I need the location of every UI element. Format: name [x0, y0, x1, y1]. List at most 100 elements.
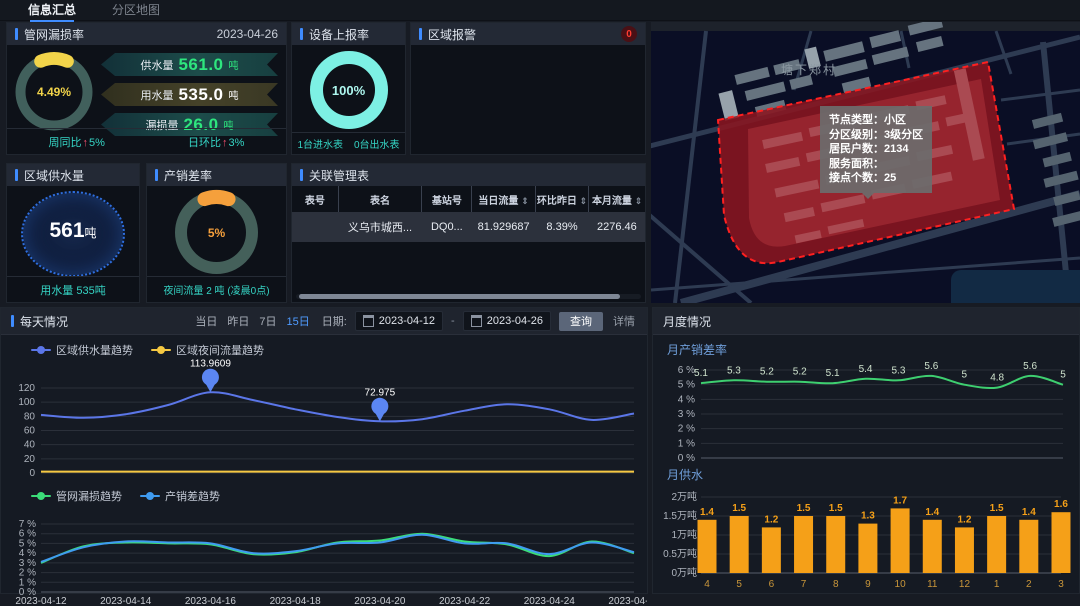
panel-area-alarm: 区域报警 0	[410, 22, 646, 155]
table-col-当日流量[interactable]: 当日流量 ⇕	[472, 186, 535, 212]
bar-month-10[interactable]	[891, 508, 910, 573]
tooltip-line: 居民户数：2134	[829, 142, 923, 157]
top-tab-信息汇总[interactable]: 信息汇总	[28, 1, 76, 20]
date-range-label: 日期:	[322, 313, 347, 329]
table-cell: 2276.46	[589, 212, 645, 242]
map-node-tooltip: 节点类型：小区分区级别：3级分区居民户数：2134服务面积：接点个数：25	[820, 106, 932, 193]
svg-text:0万吨: 0万吨	[671, 566, 697, 579]
bar-month-7[interactable]	[794, 516, 813, 573]
bar-month-5[interactable]	[730, 516, 749, 573]
date-to-value: 2023-04-26	[487, 315, 543, 327]
up-arrow-icon: ↑	[222, 137, 228, 149]
header-accent-bar	[11, 315, 14, 327]
panel-monthly-situation: 月度情况 月产销差率 6 %5 %4 %3 %2 %1 %0 %5.15.35.…	[652, 307, 1080, 594]
legend-item-区域供水量趋势[interactable]: 区域供水量趋势	[31, 342, 133, 358]
panel-device-report-rate: 设备上报率 100% 1台进水表 0台出水表	[291, 22, 406, 155]
legend-dot	[146, 492, 154, 500]
query-button[interactable]: 查询	[559, 312, 603, 331]
marker-pin: 113.9609	[190, 358, 231, 392]
svg-text:3 %: 3 %	[19, 558, 36, 569]
date-from-input[interactable]: 2023-04-12	[355, 311, 443, 331]
supply-unit: 吨	[85, 224, 97, 241]
bar-month-2[interactable]	[1019, 520, 1038, 573]
svg-text:5.1: 5.1	[826, 368, 840, 379]
header-accent-bar	[15, 169, 18, 181]
date-to-input[interactable]: 2023-04-26	[463, 311, 551, 331]
sort-icon[interactable]: ⇕	[580, 196, 588, 206]
table-col-本月流量[interactable]: 本月流量 ⇕	[589, 186, 645, 212]
bar-month-4[interactable]	[698, 520, 717, 573]
svg-text:5.1: 5.1	[694, 368, 708, 379]
svg-text:1.5: 1.5	[732, 503, 746, 514]
leak-rate-value: 4.49%	[13, 51, 95, 133]
svg-text:2023-04-24: 2023-04-24	[524, 596, 576, 606]
district-map[interactable]: 塘下郑村 节点类型：小区分区级别：3级分区居民户数：2134服务面积：接点个数：…	[651, 22, 1080, 303]
range-tab-昨日[interactable]: 昨日	[227, 313, 249, 329]
svg-text:5.2: 5.2	[793, 367, 807, 378]
table-scrollbar-thumb[interactable]	[299, 294, 620, 299]
daily-rate-svg: 0 %1 %2 %3 %4 %5 %6 %7 %2023-04-122023-0…	[1, 504, 647, 606]
night-flow-text: 夜间流量 2 吨 (凌晨0点)	[163, 282, 269, 297]
panel-nrw-rate: 产销差率 5% 夜间流量 2 吨 (凌晨0点)	[146, 163, 287, 303]
svg-text:2万吨: 2万吨	[671, 490, 697, 503]
legend-label: 区域夜间流量趋势	[176, 342, 264, 358]
table-col-环比昨日[interactable]: 环比昨日 ⇕	[535, 186, 588, 212]
svg-text:5.2: 5.2	[760, 367, 774, 378]
svg-text:2023-04-22: 2023-04-22	[439, 596, 491, 606]
stat-label: 周同比	[49, 137, 82, 149]
chip-label: 用水量	[140, 87, 173, 103]
supply-footer: 用水量 535吨	[7, 276, 139, 302]
chip-value: 561.0	[178, 55, 223, 75]
range-tab-7日[interactable]: 7日	[259, 313, 276, 329]
svg-text:120: 120	[18, 383, 35, 394]
header-accent-bar	[300, 169, 303, 181]
tooltip-line: 服务面积：	[829, 157, 923, 172]
tooltip-line: 接点个数：25	[829, 171, 923, 186]
daily-rate-legend: 管网漏损趋势 产销差趋势	[1, 486, 647, 504]
bar-month-1[interactable]	[987, 516, 1006, 573]
stat-value: 5%	[89, 137, 105, 149]
range-tab-当日[interactable]: 当日	[195, 313, 217, 329]
svg-text:1.4: 1.4	[925, 507, 939, 518]
table-row[interactable]: 义乌市城西...DQ0...81.9296878.39%2276.46	[292, 212, 645, 242]
bar-month-6[interactable]	[762, 527, 781, 573]
psd-body: 5%	[147, 186, 286, 276]
svg-text:1: 1	[994, 579, 1000, 590]
panel-header: 关联管理表	[292, 164, 645, 186]
detail-button[interactable]: 详情	[611, 313, 637, 329]
bar-month-11[interactable]	[923, 520, 942, 573]
sort-icon[interactable]: ⇕	[635, 196, 643, 206]
svg-text:5: 5	[961, 370, 967, 381]
map-zone-southeast	[951, 270, 1080, 303]
panel-relation-table: 关联管理表 表号表名基站号当日流量 ⇕环比昨日 ⇕本月流量 ⇕ 义乌市城西...…	[291, 163, 646, 303]
legend-dot	[37, 346, 45, 354]
svg-text:5.6: 5.6	[924, 361, 938, 372]
svg-text:1万吨: 1万吨	[671, 528, 697, 541]
legend-item-管网漏损趋势[interactable]: 管网漏损趋势	[31, 488, 122, 504]
device-rate-donut: 100%	[309, 50, 389, 130]
map-place-label: 塘下郑村	[781, 61, 837, 78]
sort-icon[interactable]: ⇕	[521, 196, 529, 206]
top-tab-分区地图[interactable]: 分区地图	[112, 1, 160, 20]
svg-text:1.5: 1.5	[829, 503, 843, 514]
compare-stat: 周同比↑5%	[49, 134, 105, 150]
bar-month-12[interactable]	[955, 527, 974, 573]
bar-month-9[interactable]	[858, 524, 877, 573]
supply-value: 561	[49, 219, 84, 243]
leak-footer: 周同比↑5%日环比↑3%	[7, 128, 286, 154]
table-scrollbar-track[interactable]	[296, 294, 641, 299]
range-tab-15日[interactable]: 15日	[286, 313, 309, 329]
daily-flow-svg: 020406080100120113.960972.975	[1, 358, 647, 486]
device-out-meter: 0台出水表	[354, 136, 400, 151]
svg-text:6: 6	[769, 579, 775, 590]
bar-month-8[interactable]	[826, 516, 845, 573]
svg-text:6 %: 6 %	[678, 365, 695, 376]
legend-item-产销差趋势[interactable]: 产销差趋势	[140, 488, 220, 504]
svg-text:0: 0	[29, 468, 35, 479]
table-cell: 8.39%	[535, 212, 588, 242]
legend-item-区域夜间流量趋势[interactable]: 区域夜间流量趋势	[151, 342, 264, 358]
svg-text:1.2: 1.2	[764, 514, 778, 525]
panel-header: 设备上报率	[292, 23, 405, 45]
table-cell: DQ0...	[422, 212, 472, 242]
bar-month-3[interactable]	[1052, 512, 1071, 573]
